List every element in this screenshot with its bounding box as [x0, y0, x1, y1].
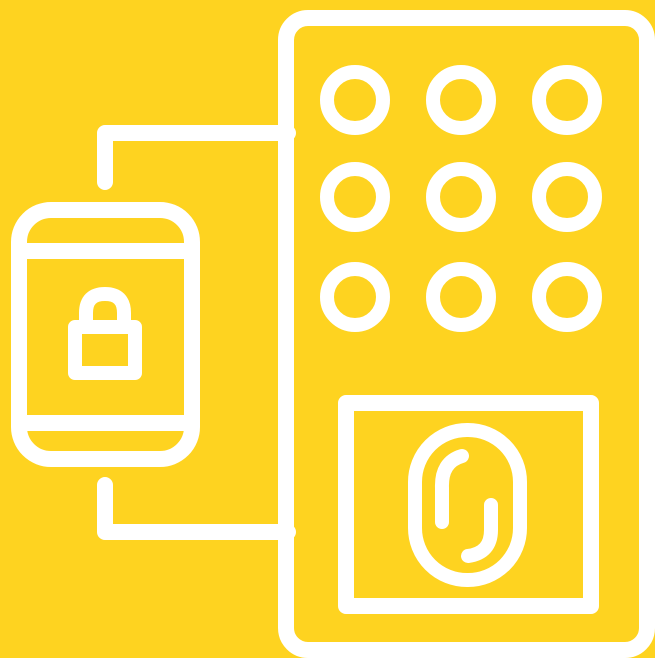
smart-lock-phone-access-icon [0, 0, 655, 658]
icon-canvas [0, 0, 655, 658]
